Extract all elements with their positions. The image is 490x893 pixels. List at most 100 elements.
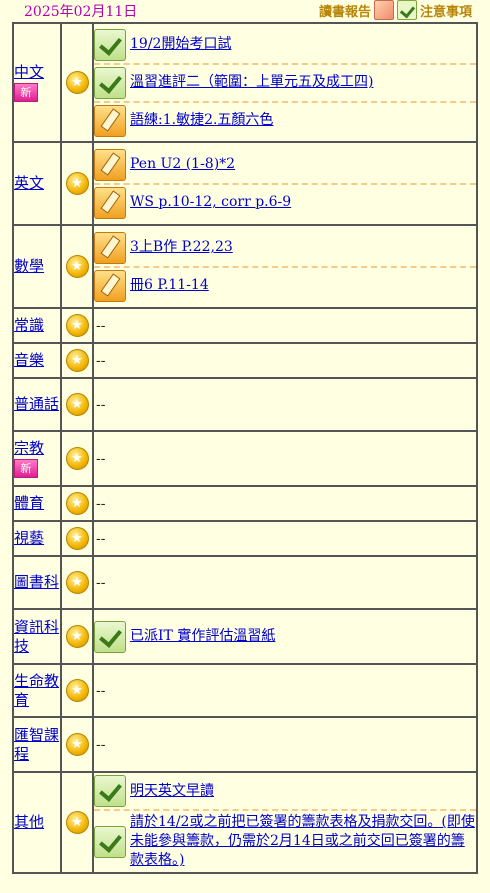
star-cell: ★: [60, 22, 94, 143]
star-icon[interactable]: ★: [65, 811, 89, 834]
homework-items-cell: --: [92, 485, 478, 522]
star-icon[interactable]: ★: [65, 625, 89, 648]
star-icon[interactable]: ★: [65, 733, 89, 756]
notes-icon[interactable]: [396, 0, 417, 20]
subject-link[interactable]: 英文: [14, 174, 60, 193]
homework-item-link[interactable]: 明天英文早讀: [130, 782, 214, 801]
note-icon[interactable]: [94, 28, 126, 61]
notes-link[interactable]: 注意事項: [420, 1, 472, 20]
subject-link[interactable]: 宗教: [14, 439, 60, 458]
top-bar: 2025年02月11日 讀書報告 注意事項: [0, 0, 490, 22]
pencil-icon[interactable]: [94, 186, 126, 219]
homework-item-link[interactable]: Pen U2 (1-8)*2: [130, 155, 235, 174]
star-icon[interactable]: ★: [65, 314, 89, 337]
subject-link[interactable]: 音樂: [14, 351, 60, 370]
homework-item-link[interactable]: 已派IT 實作評估溫習紙: [130, 627, 275, 646]
subject-cell: 宗教新: [12, 430, 62, 487]
note-icon[interactable]: [94, 825, 126, 858]
subject-link[interactable]: 視藝: [14, 529, 60, 548]
subject-cell: 數學: [12, 224, 62, 309]
star-icon[interactable]: ★: [65, 571, 89, 594]
subject-link[interactable]: 數學: [14, 257, 60, 276]
homework-item: 請於14/2或之前把已簽署的籌款表格及捐款交回。(即使未能參與籌款，仍需於2月1…: [94, 809, 476, 872]
subject-cell: 常識: [12, 307, 62, 344]
note-icon[interactable]: [94, 66, 126, 99]
subject-link[interactable]: 其他: [14, 813, 60, 832]
subject-row: 資訊科技 ★ 已派IT 實作評估溫習紙: [12, 608, 478, 665]
star-cell: ★: [60, 716, 94, 773]
subject-link[interactable]: 資訊科技: [14, 618, 60, 656]
subject-cell: 視藝: [12, 520, 62, 557]
homework-item-link[interactable]: 語練:1.敏捷2.五顏六色: [130, 111, 273, 130]
homework-item-link[interactable]: 19/2開始考口試: [130, 35, 231, 54]
homework-items-cell: --: [92, 430, 478, 487]
homework-items-cell: --: [92, 342, 478, 379]
homework-item-link[interactable]: 請於14/2或之前把已簽署的籌款表格及捐款交回。(即使未能參與籌款，仍需於2月1…: [130, 813, 476, 870]
subject-link[interactable]: 體育: [14, 494, 60, 513]
reading-report-link[interactable]: 讀書報告: [319, 1, 371, 20]
star-cell: ★: [60, 377, 94, 432]
pencil-icon[interactable]: [94, 148, 126, 181]
star-icon[interactable]: ★: [65, 172, 89, 195]
homework-item: 3上B作 P.22,23: [94, 230, 476, 266]
no-homework-text: --: [96, 352, 106, 369]
new-badge: 新: [14, 83, 38, 102]
star-cell: ★: [60, 663, 94, 718]
homework-items-cell: --: [92, 663, 478, 718]
subject-row: 視藝 ★ --: [12, 520, 478, 557]
subject-row: 匯智課程 ★ --: [12, 716, 478, 773]
star-icon[interactable]: ★: [65, 71, 89, 94]
homework-table: 中文新 ★ 19/2開始考口試 溫習進評二（範圍：上單元五及成工四) 語練:1.敏捷2.…: [12, 22, 478, 874]
subject-cell: 體育: [12, 485, 62, 522]
subject-row: 體育 ★ --: [12, 485, 478, 522]
star-icon[interactable]: ★: [65, 393, 89, 416]
subject-link[interactable]: 圖書科: [14, 573, 60, 592]
subject-link[interactable]: 生命教育: [14, 672, 60, 710]
no-homework-text: --: [96, 736, 106, 753]
subject-cell: 中文新: [12, 22, 62, 143]
star-icon[interactable]: ★: [65, 349, 89, 372]
homework-items-cell: 已派IT 實作評估溫習紙: [92, 608, 478, 665]
no-homework-text: --: [96, 317, 106, 334]
star-icon[interactable]: ★: [65, 255, 89, 278]
subject-row: 普通話 ★ --: [12, 377, 478, 432]
pencil-icon[interactable]: [94, 104, 126, 137]
star-icon[interactable]: ★: [65, 492, 89, 515]
subject-link[interactable]: 中文: [14, 63, 60, 82]
note-icon[interactable]: [94, 775, 126, 807]
star-cell: ★: [60, 485, 94, 522]
star-cell: ★: [60, 430, 94, 487]
subject-row: 圖書科 ★ --: [12, 555, 478, 610]
pencil-icon[interactable]: [94, 231, 126, 264]
star-cell: ★: [60, 555, 94, 610]
subject-cell: 生命教育: [12, 663, 62, 718]
homework-item-link[interactable]: WS p.10-12, corr p.6-9: [130, 193, 291, 212]
star-icon[interactable]: ★: [65, 527, 89, 550]
star-icon[interactable]: ★: [65, 679, 89, 702]
subject-link[interactable]: 普通話: [14, 395, 60, 414]
subject-row: 常識 ★ --: [12, 307, 478, 344]
homework-item-link[interactable]: 冊6 P.11-14: [130, 276, 209, 295]
homework-items-cell: --: [92, 307, 478, 344]
homework-item: 溫習進評二（範圍：上單元五及成工四): [94, 62, 476, 101]
homework-date: 2025年02月11日: [24, 4, 138, 20]
pencil-icon[interactable]: [94, 269, 126, 302]
homework-items-cell: --: [92, 716, 478, 773]
reading-report-icon[interactable]: [373, 0, 394, 20]
note-icon[interactable]: [94, 620, 126, 653]
subject-row: 英文 ★ Pen U2 (1-8)*2 WS p.10-12, corr p.6-9: [12, 141, 478, 226]
homework-item-link[interactable]: 3上B作 P.22,23: [130, 238, 233, 257]
subject-link[interactable]: 匯智課程: [14, 726, 60, 764]
no-homework-text: --: [96, 495, 106, 512]
no-homework-text: --: [96, 574, 106, 591]
top-links: 讀書報告 注意事項: [319, 0, 472, 20]
no-homework-text: --: [96, 396, 106, 413]
star-icon[interactable]: ★: [65, 447, 89, 470]
subject-row: 數學 ★ 3上B作 P.22,23 冊6 P.11-14: [12, 224, 478, 309]
star-cell: ★: [60, 224, 94, 309]
homework-item-link[interactable]: 溫習進評二（範圍：上單元五及成工四): [130, 73, 373, 92]
homework-items-cell: 3上B作 P.22,23 冊6 P.11-14: [92, 224, 478, 309]
homework-item: 語練:1.敏捷2.五顏六色: [94, 100, 476, 139]
subject-link[interactable]: 常識: [14, 316, 60, 335]
star-cell: ★: [60, 771, 94, 874]
